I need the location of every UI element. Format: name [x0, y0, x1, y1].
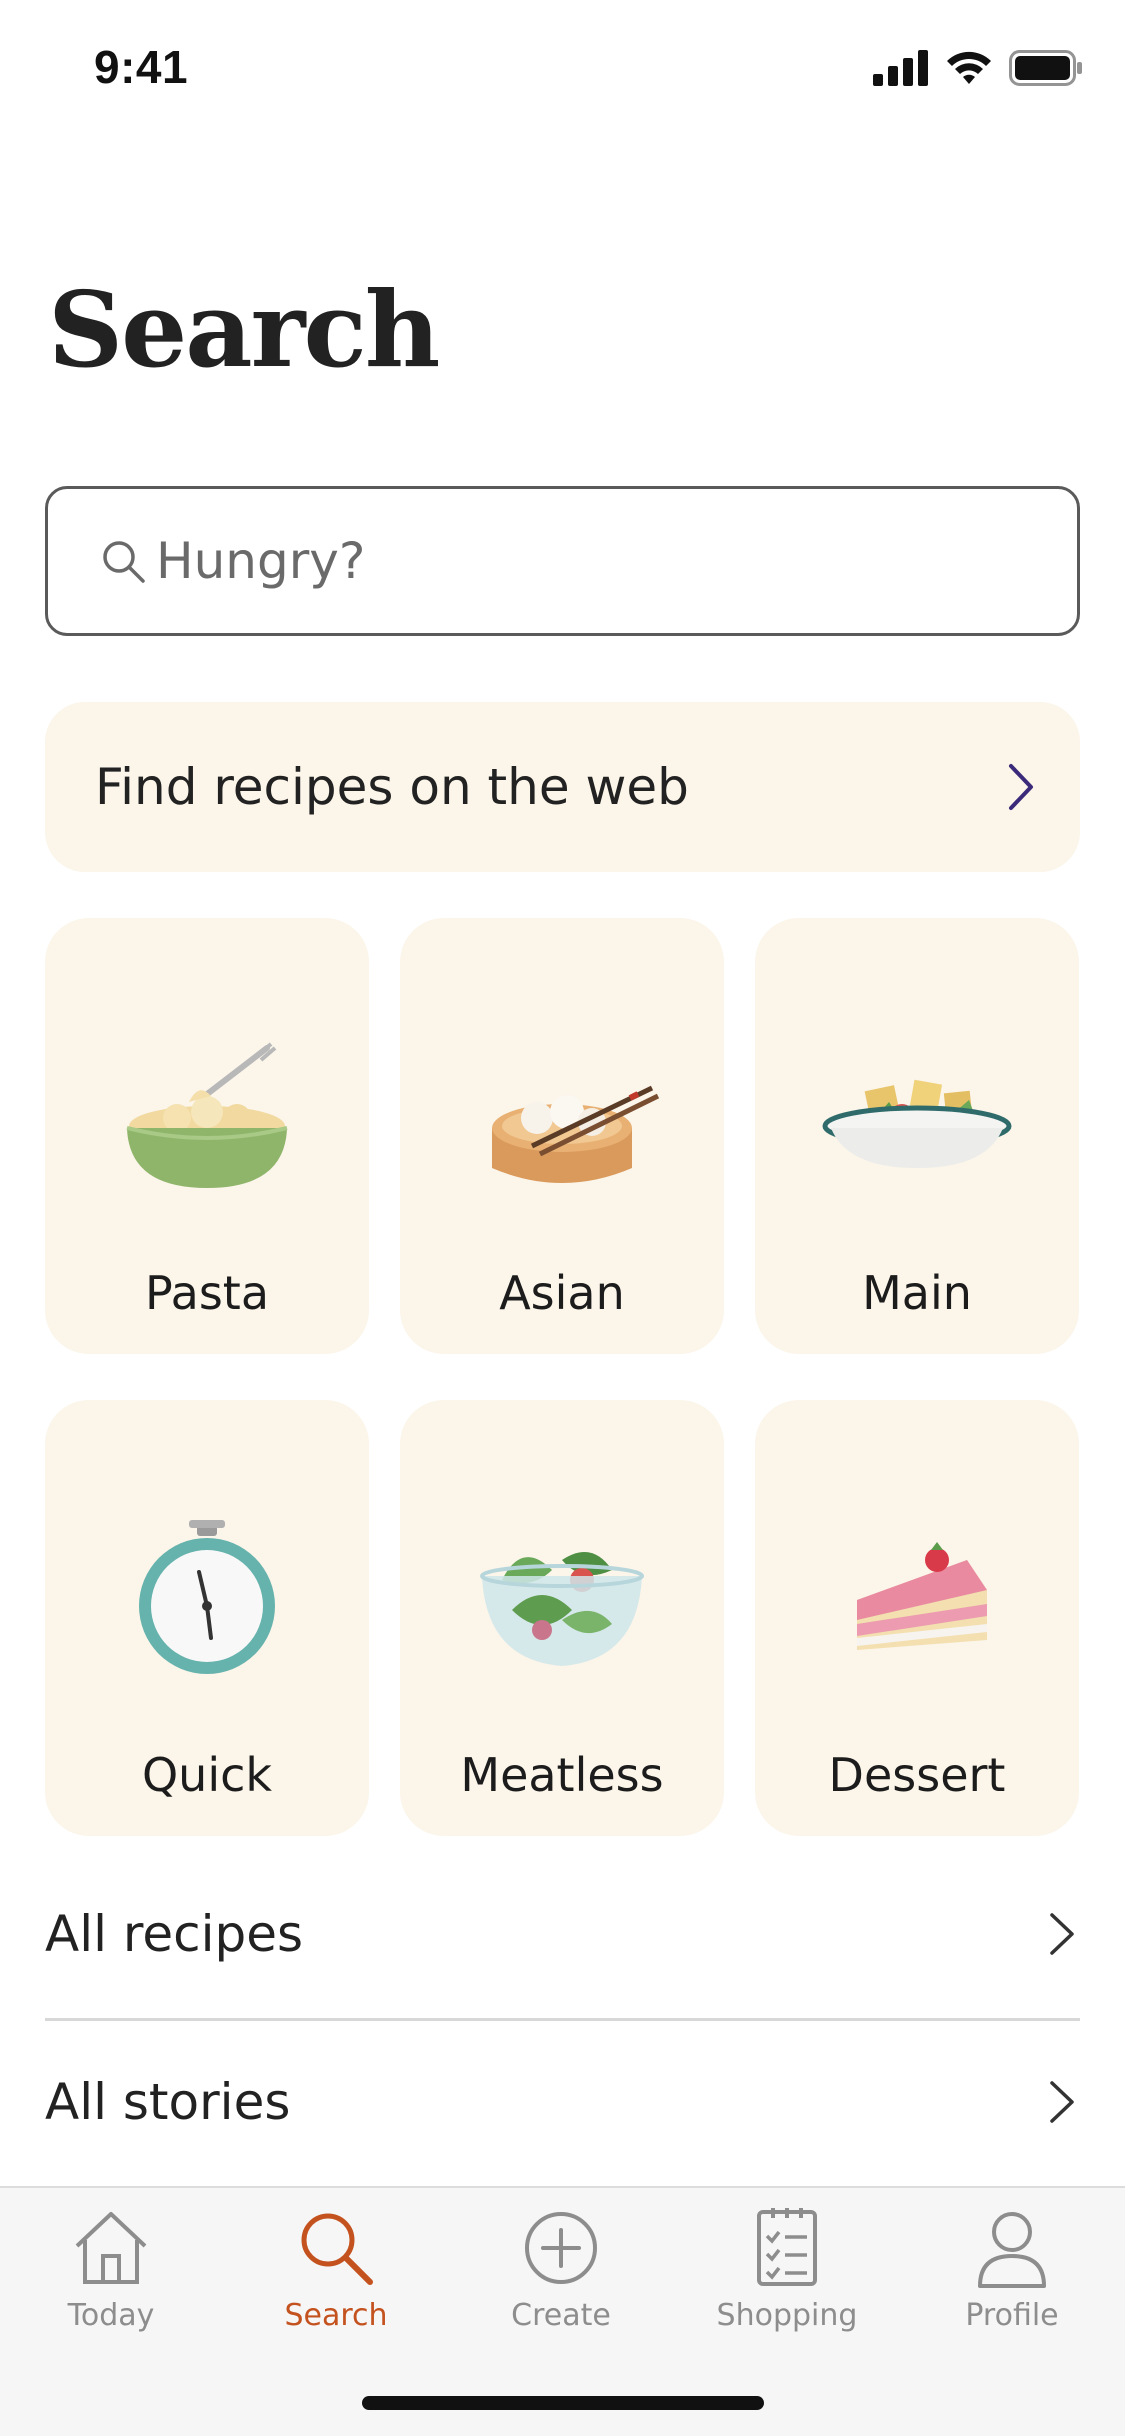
category-tile-quick[interactable]: Quick — [45, 1400, 369, 1836]
category-tile-asian[interactable]: Asian — [400, 918, 724, 1354]
category-label: Main — [862, 1266, 972, 1320]
stopwatch-icon — [139, 1520, 275, 1674]
status-bar: 9:41 — [0, 0, 1125, 140]
category-tile-main[interactable]: Main — [755, 918, 1079, 1354]
tab-profile[interactable]: Profile — [917, 2206, 1107, 2356]
tab-shopping[interactable]: Shopping — [692, 2206, 882, 2356]
all-recipes-row[interactable]: All recipes — [45, 1874, 1080, 1994]
status-icons — [873, 50, 1083, 86]
category-tile-pasta[interactable]: Pasta — [45, 918, 369, 1354]
tab-today[interactable]: Today — [16, 2206, 206, 2356]
plus-circle-icon — [525, 2212, 597, 2284]
all-stories-label: All stories — [45, 2073, 291, 2131]
row-divider — [45, 2018, 1080, 2021]
category-grid: Pasta Asian Main Quick Meatless Dessert — [45, 918, 1080, 1836]
all-recipes-label: All recipes — [45, 1905, 304, 1963]
category-label: Asian — [499, 1266, 625, 1320]
status-time: 9:41 — [94, 41, 189, 93]
tab-label: Profile — [965, 2298, 1059, 2333]
battery-icon — [1009, 50, 1082, 86]
find-recipes-web-label: Find recipes on the web — [95, 758, 689, 816]
search-icon — [103, 541, 145, 583]
category-label: Meatless — [460, 1748, 664, 1802]
chevron-right-icon — [1009, 764, 1033, 810]
category-label: Pasta — [144, 1266, 270, 1320]
house-icon — [75, 2212, 147, 2284]
page-title: Search — [48, 268, 440, 391]
checklist-icon — [757, 2208, 817, 2286]
chevron-right-icon — [1050, 2081, 1074, 2123]
tab-label: Today — [67, 2298, 155, 2333]
category-tile-dessert[interactable]: Dessert — [755, 1400, 1079, 1836]
category-tile-meatless[interactable]: Meatless — [400, 1400, 724, 1836]
tab-label: Create — [511, 2298, 611, 2333]
cellular-signal-icon — [873, 50, 928, 86]
category-label: Quick — [141, 1748, 273, 1802]
chevron-right-icon — [1050, 1913, 1074, 1955]
home-indicator[interactable] — [362, 2396, 764, 2410]
dim-sum-basket-icon — [492, 1085, 660, 1183]
salad-bowl-icon — [480, 1552, 644, 1666]
cake-slice-icon — [857, 1542, 987, 1650]
tab-create[interactable]: Create — [466, 2206, 656, 2356]
search-input[interactable] — [156, 532, 1036, 590]
main-dish-bowl-icon — [822, 1079, 1012, 1168]
tab-label: Search — [284, 2298, 388, 2333]
search-icon — [301, 2213, 373, 2285]
search-field[interactable] — [45, 486, 1080, 636]
person-icon — [978, 2212, 1046, 2288]
pasta-bowl-icon — [126, 1042, 288, 1188]
tab-search[interactable]: Search — [241, 2206, 431, 2356]
tab-label: Shopping — [716, 2298, 858, 2333]
wifi-icon — [947, 51, 991, 84]
all-stories-row[interactable]: All stories — [45, 2042, 1080, 2162]
find-recipes-web-button[interactable]: Find recipes on the web — [45, 702, 1080, 872]
category-label: Dessert — [828, 1748, 1006, 1802]
